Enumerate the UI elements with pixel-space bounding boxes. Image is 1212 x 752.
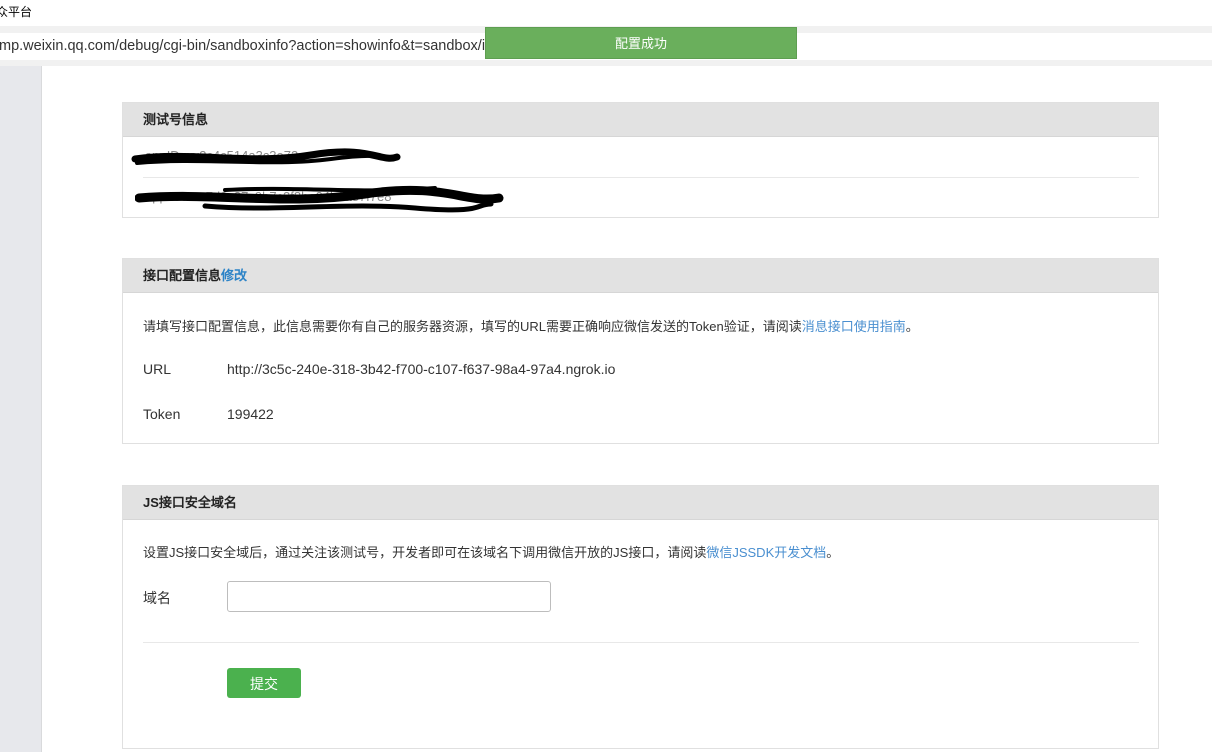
domain-input[interactable]: [227, 581, 551, 612]
panel-title: 接口配置信息: [143, 268, 222, 283]
url-value: http://3c5c-240e-318-3b42-f700-c107-f637…: [227, 361, 616, 377]
test-account-panel: 测试号信息 appID wx3c4c514a3c3e72 appsecret 7…: [122, 102, 1159, 218]
panel-title: JS接口安全域名: [123, 486, 1158, 520]
window-title: 众平台: [0, 5, 33, 19]
appsecret-row: appsecret 7d9c37c9b7c2f8be04b1a87f7e8: [135, 178, 1139, 218]
url-label: URL: [143, 361, 172, 377]
description-end: 。: [905, 319, 919, 334]
jssdk-doc-link[interactable]: 微信JSSDK开发文档: [706, 545, 826, 560]
description-end: 。: [826, 545, 840, 560]
token-value: 199422: [227, 406, 274, 422]
message-api-guide-link[interactable]: 消息接口使用指南: [802, 319, 906, 334]
panel-header: 接口配置信息修改: [123, 259, 1158, 293]
left-sidebar-rail: [0, 66, 42, 752]
window-title-bar: 众平台: [0, 0, 1212, 26]
url-text: mp.weixin.qq.com/debug/cgi-bin/sandboxin…: [0, 38, 487, 54]
appid-row: appID wx3c4c514a3c3e72: [131, 137, 1139, 178]
redaction-scribble: [131, 148, 401, 165]
interface-description: 请填写接口配置信息，此信息需要你有自己的服务器资源，填写的URL需要正确响应微信…: [143, 316, 919, 335]
domain-label: 域名: [143, 590, 171, 606]
redaction-scribble: [135, 185, 504, 213]
token-label: Token: [143, 406, 181, 422]
description-text: 请填写接口配置信息，此信息需要你有自己的服务器资源，填写的URL需要正确响应微信…: [143, 319, 802, 334]
panel-title: 测试号信息: [123, 103, 1158, 137]
interface-config-panel: 接口配置信息修改 请填写接口配置信息，此信息需要你有自己的服务器资源，填写的UR…: [122, 258, 1159, 444]
js-safe-domain-panel: JS接口安全域名 设置JS接口安全域后，通过关注该测试号，开发者即可在该域名下调…: [122, 485, 1159, 749]
edit-link[interactable]: 修改: [221, 268, 247, 283]
form-divider: [143, 642, 1139, 643]
success-toast: 配置成功: [485, 27, 797, 59]
submit-button[interactable]: 提交: [227, 668, 301, 698]
js-domain-description: 设置JS接口安全域后，通过关注该测试号，开发者即可在该域名下调用微信开放的JS接…: [143, 542, 839, 561]
description-text: 设置JS接口安全域后，通过关注该测试号，开发者即可在该域名下调用微信开放的JS接…: [143, 545, 707, 560]
